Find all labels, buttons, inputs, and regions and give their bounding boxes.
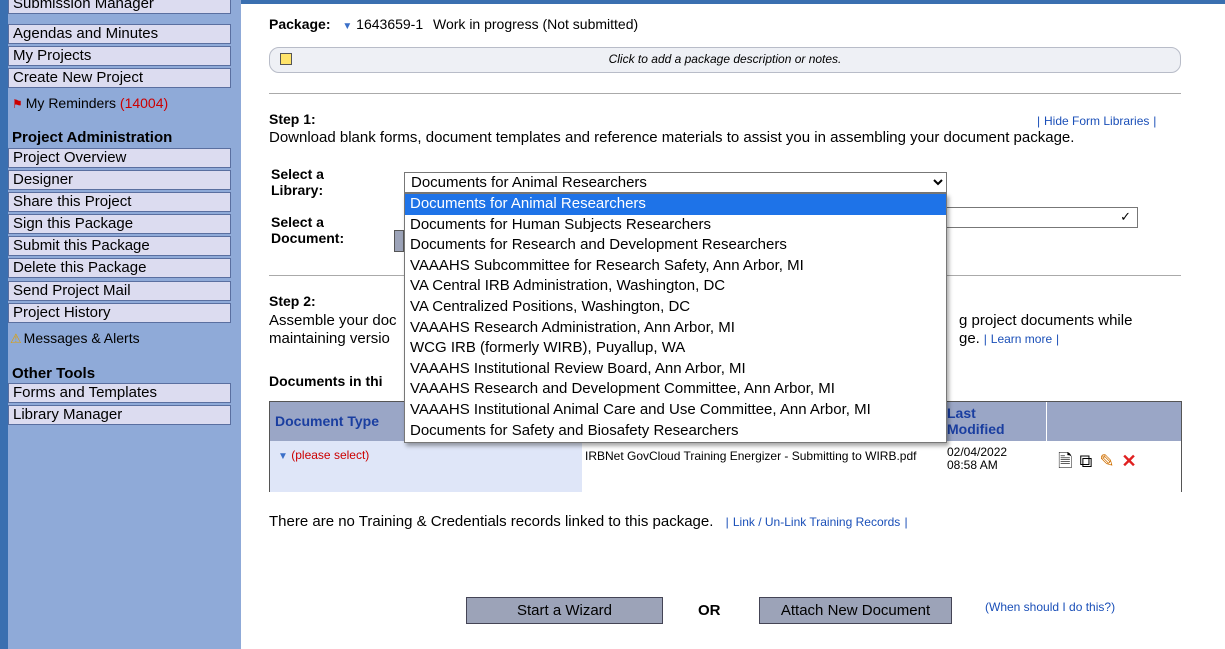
library-option[interactable]: Documents for Research and Development R… bbox=[405, 235, 946, 256]
document-label-line2: Document: bbox=[271, 230, 345, 246]
training-text: There are no Training & Credentials reco… bbox=[269, 513, 714, 530]
sidebar-item-designer[interactable]: Designer bbox=[8, 170, 231, 190]
learn-more-link[interactable]: Learn more bbox=[991, 332, 1052, 346]
link-training-records[interactable]: Link / Un-Link Training Records bbox=[733, 515, 900, 529]
sidebar-item-submission-manager[interactable]: Submission Manager bbox=[8, 0, 231, 14]
library-label: Select a Library: bbox=[271, 166, 324, 198]
sidebar-item-agendas-minutes[interactable]: Agendas and Minutes bbox=[8, 24, 231, 44]
project-admin-heading: Project Administration bbox=[12, 129, 173, 146]
sidebar-item-submit-package[interactable]: Submit this Package bbox=[8, 236, 231, 256]
hide-form-libraries: | Hide Form Libraries | bbox=[1037, 114, 1157, 128]
pencil-edit-icon[interactable]: ✎ bbox=[1099, 451, 1114, 471]
library-label-line2: Library: bbox=[271, 182, 324, 198]
training-row: There are no Training & Credentials reco… bbox=[269, 513, 908, 530]
package-note-bar[interactable]: Click to add a package description or no… bbox=[269, 47, 1181, 73]
package-status: Work in progress (Not submitted) bbox=[433, 16, 639, 32]
library-option[interactable]: Documents for Safety and Biosafety Resea… bbox=[405, 421, 946, 442]
step2-line1-end: g project documents while bbox=[959, 312, 1133, 329]
library-option[interactable]: VAAAHS Institutional Animal Care and Use… bbox=[405, 400, 946, 421]
bell-alert-icon: ⚠ bbox=[10, 331, 22, 346]
sidebar-item-messages-alerts[interactable]: ⚠ Messages & Alerts bbox=[10, 329, 140, 348]
document-modified: 02/04/2022 08:58 AM bbox=[947, 446, 1007, 472]
library-select[interactable]: Documents for Animal Researchers bbox=[404, 172, 947, 193]
library-label-line1: Select a bbox=[271, 166, 324, 182]
documents-heading: Documents in thi bbox=[269, 373, 383, 389]
sidebar-item-reminders[interactable]: ⚑ My Reminders (14004) bbox=[12, 94, 168, 113]
expand-triangle-icon: ▼ bbox=[278, 451, 288, 462]
sidebar-item-send-mail[interactable]: Send Project Mail bbox=[8, 281, 231, 301]
flag-icon: ⚑ bbox=[12, 97, 23, 111]
sidebar: Submission Manager Agendas and Minutes M… bbox=[8, 0, 241, 649]
library-option[interactable]: VAAAHS Research Administration, Ann Arbo… bbox=[405, 318, 946, 339]
expand-triangle-icon[interactable]: ▼ bbox=[342, 21, 352, 32]
row-actions: 🗎 ⧉ ✎ ✕ bbox=[1058, 449, 1144, 479]
sidebar-item-share-project[interactable]: Share this Project bbox=[8, 192, 231, 212]
delete-x-icon[interactable]: ✕ bbox=[1121, 451, 1136, 471]
document-type-select[interactable]: ▼ (please select) bbox=[278, 448, 369, 462]
copy-icon[interactable]: ⧉ bbox=[1079, 451, 1092, 471]
chevron-down-icon: ✓ bbox=[1120, 209, 1131, 224]
col-last-modified-line1: Last bbox=[947, 405, 976, 421]
library-option[interactable]: VAAAHS Subcommittee for Research Safety,… bbox=[405, 256, 946, 277]
attach-document-button[interactable]: Attach New Document bbox=[759, 597, 952, 624]
sidebar-item-sign-package[interactable]: Sign this Package bbox=[8, 214, 231, 234]
messages-label: Messages & Alerts bbox=[23, 330, 140, 346]
document-filename: IRBNet GovCloud Training Energizer - Sub… bbox=[585, 449, 917, 463]
document-type-cell[interactable]: ▼ (please select) bbox=[270, 441, 582, 492]
start-wizard-button[interactable]: Start a Wizard bbox=[466, 597, 663, 624]
main-content: Package: ▼ 1643659-1 Work in progress (N… bbox=[241, 0, 1225, 649]
step1-title: Step 1: bbox=[269, 111, 316, 127]
step2-line2-end-row: ge. | Learn more | bbox=[959, 330, 1060, 347]
step2-line2-end: ge. bbox=[959, 330, 980, 347]
library-option[interactable]: Documents for Human Subjects Researchers bbox=[405, 215, 946, 236]
col-last-modified[interactable]: Last Modified bbox=[947, 405, 1005, 437]
other-tools-heading: Other Tools bbox=[12, 365, 96, 382]
table-row: ▼ (please select) IRBNet GovCloud Traini… bbox=[270, 441, 1181, 492]
step2-line1-start: Assemble your doc bbox=[269, 312, 397, 329]
sidebar-item-forms-templates[interactable]: Forms and Templates bbox=[8, 383, 231, 403]
library-option[interactable]: VAAAHS Institutional Review Board, Ann A… bbox=[405, 359, 946, 380]
package-id: 1643659-1 bbox=[356, 16, 424, 32]
step2-title: Step 2: bbox=[269, 293, 316, 309]
window-left-border bbox=[0, 0, 8, 649]
library-option[interactable]: VAAAHS Research and Development Committe… bbox=[405, 379, 946, 400]
hide-form-libraries-link[interactable]: Hide Form Libraries bbox=[1044, 114, 1149, 128]
library-option[interactable]: VA Central IRB Administration, Washingto… bbox=[405, 276, 946, 297]
step2-line2-start: maintaining versio bbox=[269, 330, 390, 347]
sidebar-item-delete-package[interactable]: Delete this Package bbox=[8, 258, 231, 278]
package-note-placeholder: Click to add a package description or no… bbox=[608, 52, 842, 66]
download-button[interactable] bbox=[394, 230, 404, 252]
library-dropdown-list[interactable]: Documents for Animal Researchers Documen… bbox=[404, 193, 947, 443]
document-view-icon[interactable]: 🗎 bbox=[1058, 451, 1072, 471]
library-option[interactable]: VA Centralized Positions, Washington, DC bbox=[405, 297, 946, 318]
modified-time: 08:58 AM bbox=[947, 458, 998, 472]
document-label: Select a Document: bbox=[271, 214, 344, 246]
step1-description: Download blank forms, document templates… bbox=[269, 129, 1075, 146]
document-type-value: (please select) bbox=[291, 448, 370, 462]
package-label: Package: bbox=[269, 16, 331, 32]
sidebar-item-create-project[interactable]: Create New Project bbox=[8, 68, 231, 88]
document-label-line1: Select a bbox=[271, 214, 324, 230]
document-select[interactable]: ✓ bbox=[946, 207, 1138, 228]
col-document-type[interactable]: Document Type bbox=[275, 413, 379, 429]
sidebar-item-library-manager[interactable]: Library Manager bbox=[8, 405, 231, 425]
library-option[interactable]: Documents for Animal Researchers bbox=[405, 194, 946, 215]
column-divider bbox=[1046, 402, 1047, 441]
reminders-label: My Reminders bbox=[25, 95, 117, 111]
sidebar-item-project-overview[interactable]: Project Overview bbox=[8, 148, 231, 168]
when-should-link[interactable]: (When should I do this?) bbox=[985, 600, 1115, 614]
reminders-count: (14004) bbox=[119, 95, 169, 111]
sidebar-item-project-history[interactable]: Project History bbox=[8, 303, 231, 323]
library-option[interactable]: WCG IRB (formerly WIRB), Puyallup, WA bbox=[405, 338, 946, 359]
package-row: Package: ▼ 1643659-1 Work in progress (N… bbox=[269, 16, 638, 32]
or-label: OR bbox=[698, 602, 721, 619]
sidebar-item-my-projects[interactable]: My Projects bbox=[8, 46, 231, 66]
col-last-modified-line2: Modified bbox=[947, 421, 1005, 437]
divider bbox=[269, 93, 1181, 94]
